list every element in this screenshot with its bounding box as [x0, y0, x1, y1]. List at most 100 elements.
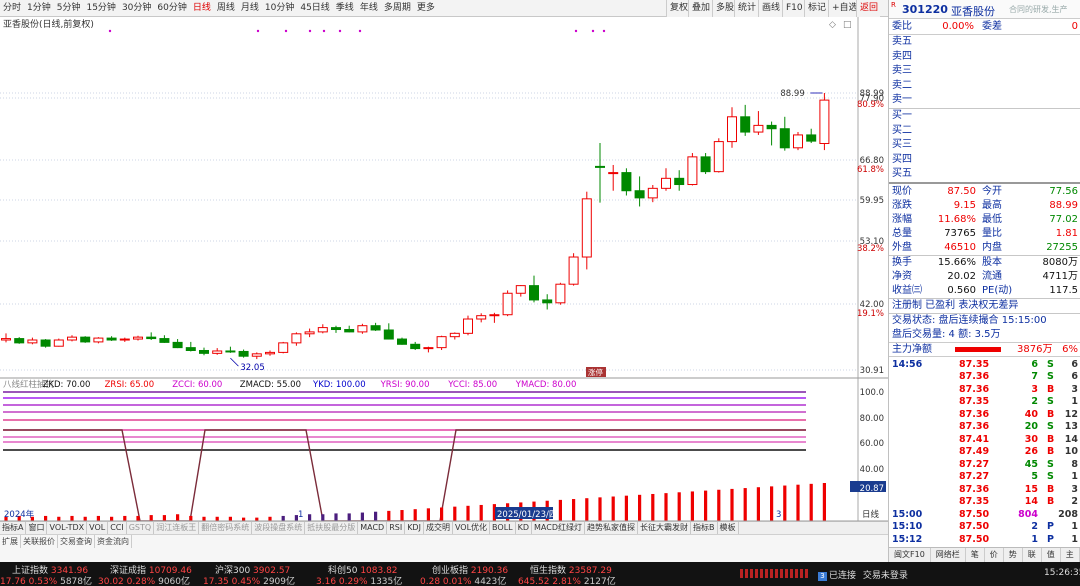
event-dot: [358, 29, 362, 33]
indicator-tab-14[interactable]: VOL优化: [453, 522, 491, 534]
sub-tab-1[interactable]: 关联报价: [21, 535, 58, 548]
indicator-tab-9[interactable]: 抵扶股最分版: [305, 522, 359, 534]
period-tab-0[interactable]: 分时: [0, 0, 24, 16]
indicator-tab-5[interactable]: GSTQ: [127, 522, 155, 534]
period-tab-6[interactable]: 日线: [190, 0, 214, 16]
toolbar-button-3[interactable]: 统计: [734, 0, 758, 17]
period-tab-2[interactable]: 5分钟: [54, 0, 84, 16]
square-icon[interactable]: □: [843, 20, 852, 30]
indicator-tab-11[interactable]: RSI: [387, 522, 406, 534]
buy-level-3[interactable]: 买三: [889, 138, 1080, 153]
side-tab-0[interactable]: 闽文F10: [889, 548, 931, 562]
toolbar-button-2[interactable]: 多股: [712, 0, 734, 17]
indicator-tab-0[interactable]: 指标A: [0, 522, 27, 534]
indicator-tab-7[interactable]: 翻倍密码系统: [199, 522, 253, 534]
indicator-tab-4[interactable]: CCI: [108, 522, 127, 534]
indicator-tab-10[interactable]: MACD: [358, 522, 388, 534]
candle-body: [212, 350, 223, 354]
side-tab-5[interactable]: 联: [1023, 548, 1042, 562]
kline-chart[interactable]: 亚香股份(日线,前复权) ◇ □88.9977.9080.9%66.8061.8%5…: [0, 17, 888, 521]
indicator-tab-13[interactable]: 成交明: [424, 522, 453, 534]
rong-mark: R: [891, 1, 896, 9]
buy-level-2[interactable]: 买二: [889, 124, 1080, 139]
period-tab-13[interactable]: 多周期: [381, 0, 414, 16]
toolbar-button-6[interactable]: 标记: [804, 0, 828, 17]
indicator-tab-17[interactable]: MACD红绿灯: [532, 522, 585, 534]
candle-body: [265, 351, 275, 355]
side-tab-7[interactable]: 主: [1061, 548, 1080, 562]
buy-level-1[interactable]: 买一: [889, 109, 1080, 124]
period-tab-10[interactable]: 45日线: [297, 0, 332, 16]
sell-level-2[interactable]: 卖二: [889, 79, 1080, 94]
indicator-tab-21[interactable]: 模板: [718, 522, 739, 534]
tick-list[interactable]: 14:56 87.35 6 S 6 87.36 7 S 6 87.36 3 B 3 87.35 2 S 1 87.…: [889, 357, 1080, 559]
candle-body: [740, 116, 751, 133]
indicator-tab-16[interactable]: KD: [516, 522, 533, 534]
toolbar-button-7[interactable]: +自选: [828, 0, 858, 17]
indicator-tab-8[interactable]: 波段操盘系统: [252, 522, 306, 534]
indicator-tab-18[interactable]: 趋势私家值探: [585, 522, 638, 534]
stat2-row-1: 净资 20.02 流通 4711万: [892, 270, 1078, 282]
toolbar-button-0[interactable]: 复权: [666, 0, 688, 17]
candle-body: [397, 338, 407, 345]
toolbar-button-4[interactable]: 画线: [758, 0, 782, 17]
toolbar-button-8[interactable]: 返回: [856, 0, 880, 17]
candle-body: [489, 314, 500, 317]
side-tab-4[interactable]: 势: [1004, 548, 1023, 562]
sell-level-4[interactable]: 卖四: [889, 50, 1080, 65]
period-tab-1[interactable]: 1分钟: [24, 0, 54, 16]
index-change-4: 0.28 0.01% 4423亿: [420, 577, 507, 586]
candle-body: [713, 141, 724, 173]
period-tab-14[interactable]: 更多: [414, 0, 438, 16]
sub-tab-2[interactable]: 交易查询: [58, 535, 95, 548]
main-flow-row: 主力净额 3876万 6%: [889, 341, 1080, 357]
period-tab-8[interactable]: 月线: [238, 0, 262, 16]
side-tab-2[interactable]: 笔: [966, 548, 985, 562]
candle-body: [502, 292, 513, 316]
period-tab-11[interactable]: 季线: [333, 0, 357, 16]
buy-level-4[interactable]: 买四: [889, 153, 1080, 168]
event-dot: [591, 29, 595, 33]
period-tab-12[interactable]: 年线: [357, 0, 381, 16]
stat-row-1: 涨跌 9.15 最高 88.99: [892, 199, 1078, 211]
sub-tab-3[interactable]: 资金流向: [95, 535, 132, 548]
period-tab-9[interactable]: 10分钟: [262, 0, 297, 16]
toolbar-button-5[interactable]: F10: [782, 0, 804, 17]
low-label: 32.05: [240, 363, 264, 373]
indicator-tab-19[interactable]: 长征大霸发财: [638, 522, 691, 534]
indicator-tab-15[interactable]: BOLL: [490, 522, 516, 534]
scale-tab[interactable]: 日线: [862, 509, 880, 520]
sub-tab-0[interactable]: 扩展: [0, 535, 21, 548]
indicator-tab-6[interactable]: 润江连板王: [154, 522, 200, 534]
sell-level-1[interactable]: 卖一: [889, 93, 1080, 108]
period-tab-3[interactable]: 15分钟: [83, 0, 118, 16]
sell-level-5[interactable]: 卖五: [889, 35, 1080, 50]
date-label: 3: [776, 510, 781, 520]
sell-level-3[interactable]: 卖三: [889, 64, 1080, 79]
status-connection[interactable]: 3 已连接 交易未登录: [818, 568, 908, 581]
candle-body: [93, 337, 104, 343]
period-tab-5[interactable]: 60分钟: [154, 0, 189, 16]
diamond-icon[interactable]: ◇: [829, 20, 836, 30]
price-axis-label: 38.2%: [857, 244, 884, 254]
after-hours-volume: 盘后交易量: 4 额: 3.5万: [892, 328, 1001, 340]
period-tab-7[interactable]: 周线: [214, 0, 238, 16]
indicator-tab-2[interactable]: VOL-TDX: [47, 522, 88, 534]
side-tab-1[interactable]: 网络栏: [931, 548, 966, 562]
toolbar-button-1[interactable]: 叠加: [688, 0, 712, 17]
candle-body: [133, 336, 143, 340]
period-tab-4[interactable]: 30分钟: [119, 0, 154, 16]
price-axis-label: 30.91: [860, 366, 884, 376]
indicator-tab-1[interactable]: 窗口: [26, 522, 48, 534]
stock-name[interactable]: 亚香股份: [951, 3, 995, 19]
side-tab-3[interactable]: 价: [985, 548, 1004, 562]
buy-level-5[interactable]: 买五: [889, 167, 1080, 182]
side-tab-6[interactable]: 值: [1042, 548, 1061, 562]
stat2-row-2: 收益㈢ 0.560 PE(动) 117.5: [892, 284, 1078, 296]
volume-bar: [479, 504, 483, 521]
indicator-tab-3[interactable]: VOL: [87, 522, 109, 534]
stock-code[interactable]: 301220: [902, 3, 948, 16]
indicator-tab-20[interactable]: 指标B: [691, 522, 718, 534]
indicator-tab-12[interactable]: KDJ: [405, 522, 424, 534]
event-dot: [602, 29, 606, 33]
